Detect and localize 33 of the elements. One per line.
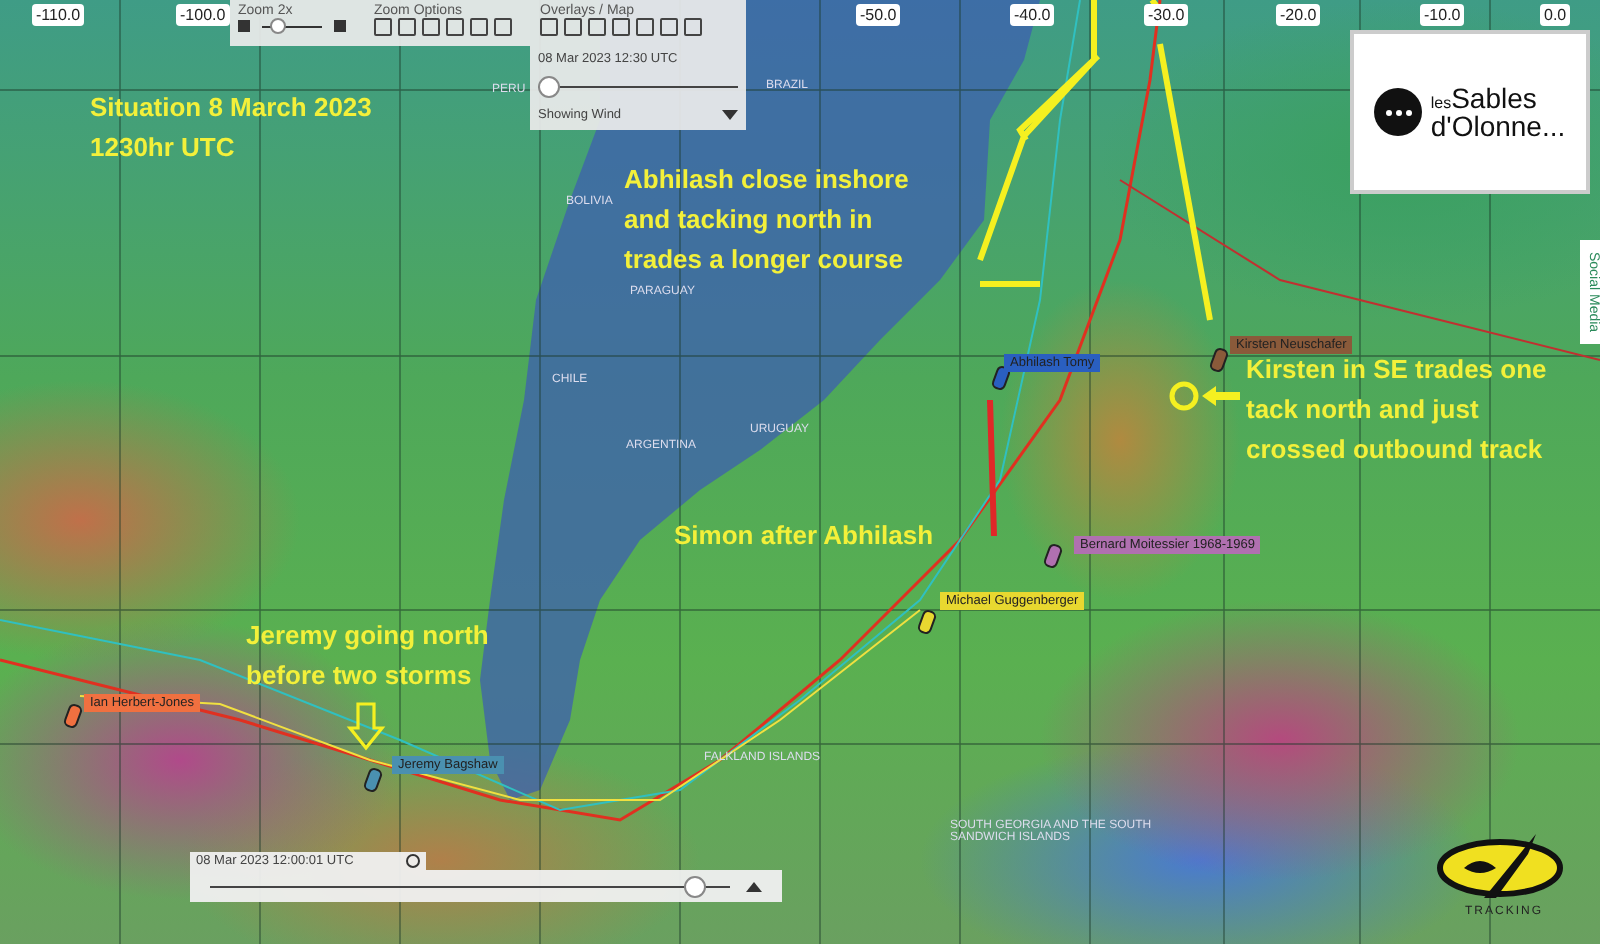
longitude-label: -30.0 <box>1144 4 1189 26</box>
longitude-label: -100.0 <box>176 4 230 26</box>
longitude-label: 0.0 <box>1540 4 1571 26</box>
boat-icon[interactable] <box>1042 542 1064 570</box>
boat-icon[interactable] <box>362 766 384 794</box>
longitude-label: -20.0 <box>1276 4 1321 26</box>
logo-text: d'Olonne... <box>1430 112 1566 140</box>
longitude-label: -40.0 <box>1010 4 1055 26</box>
annotation-text: Jeremy going north before two storms <box>246 618 489 694</box>
logo-text: lesSables <box>1430 84 1539 112</box>
longitude-label: -10.0 <box>1420 4 1465 26</box>
annotation-text: Situation 8 March 2023 1230hr UTC <box>90 90 372 166</box>
annotation-text: Kirsten in SE trades one tack north and just crossed outbound track <box>1246 352 1547 468</box>
clock-icon[interactable] <box>406 854 420 868</box>
slider-thumb[interactable] <box>270 18 287 34</box>
annotation-text: Abhilash close inshore and tacking north in trades a longer course <box>624 162 909 278</box>
marker-circle <box>1169 381 1199 411</box>
annotation-text: Simon after Abhilash <box>674 518 934 554</box>
boat-icon[interactable] <box>916 608 938 636</box>
longitude-label: -50.0 <box>856 4 901 26</box>
arrow-icon <box>1202 386 1240 406</box>
logo-icon <box>1374 88 1423 136</box>
slider-thumb[interactable] <box>683 875 706 897</box>
caret-icon[interactable] <box>722 110 738 120</box>
boat-icon[interactable] <box>990 364 1012 392</box>
longitude-label: -110.0 <box>32 4 85 26</box>
boat-icon[interactable] <box>1208 346 1230 374</box>
wind-map[interactable] <box>0 0 1600 944</box>
boat-icon[interactable] <box>62 702 84 730</box>
arrow-icon <box>346 702 386 751</box>
caret-icon[interactable] <box>746 881 762 891</box>
slider-thumb[interactable] <box>538 76 560 98</box>
annotation-line <box>987 399 997 537</box>
